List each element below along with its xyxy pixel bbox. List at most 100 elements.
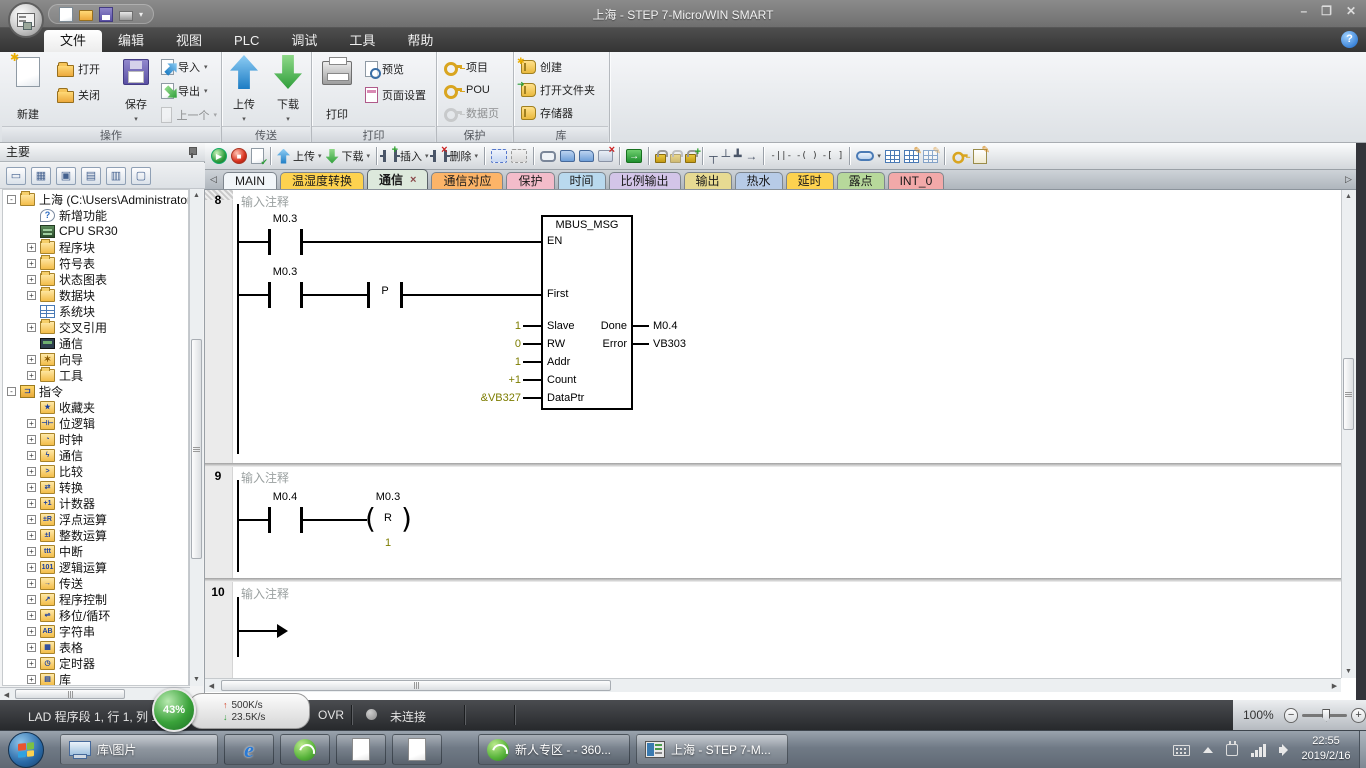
input-value[interactable]: 1 [447,320,521,332]
export-button[interactable]: 导出▾ [158,80,220,102]
menu-tab[interactable]: 文件 [44,30,102,52]
input-value[interactable]: 1 [447,356,521,368]
download-button[interactable]: 下载▾ [267,55,309,123]
pou-tab[interactable]: 温湿度转换 [280,172,364,189]
menu-tab[interactable]: PLC [218,30,275,52]
tree-item[interactable]: + ϟ 通信 [3,447,188,463]
expand-icon[interactable]: + [27,435,36,444]
tree-item[interactable]: 通信 [3,335,188,351]
output-operand[interactable]: VB303 [653,338,686,350]
pou-tab[interactable]: 露点 [837,172,885,189]
show-hidden-icons[interactable] [1203,747,1213,753]
contact-operand[interactable]: M0.4 [260,491,310,503]
menu-tab[interactable]: 工具 [333,30,391,52]
tree-item[interactable]: + ⇌ 移位/循环 [3,607,188,623]
tree-item[interactable]: 系统块 [3,303,188,319]
expand-icon[interactable]: + [27,259,36,268]
scroll-right-icon[interactable]: ▶ [1328,679,1341,692]
coil-count[interactable]: 1 [373,537,403,549]
expand-icon[interactable]: + [27,659,36,668]
tree-item[interactable]: + 交叉引用 [3,319,188,335]
expand-icon[interactable]: - [7,387,16,396]
insert-contact-button[interactable]: -||- [768,145,794,167]
tree-item[interactable]: + ↗ 程序控制 [3,591,188,607]
ladder-editor[interactable]: 8 输入注释 M0.3 M0.3 P MBUS_MSG EN First Sla… [205,190,1341,678]
lock-add-button[interactable]: + [683,145,698,167]
network-comment[interactable]: 输入注释 [241,469,289,486]
tree-item[interactable]: + 程序块 [3,239,188,255]
speed-widget-circle[interactable]: 43% [152,688,196,732]
contact-bar[interactable] [268,507,271,533]
clear-button[interactable] [596,145,615,167]
view-pages-icon[interactable]: ▣ [56,167,76,185]
upload-button[interactable]: 上传▾ [223,55,265,123]
contact-operand[interactable]: M0.3 [260,213,310,225]
address-table-button[interactable] [883,145,902,167]
tree-item[interactable]: + ◔ 时钟 [3,431,188,447]
expand-icon[interactable]: + [27,515,36,524]
contact-operand[interactable]: M0.3 [260,266,310,278]
scroll-up-icon[interactable]: ▲ [190,189,203,202]
pou-tab[interactable]: 输出 [684,172,732,189]
editor-vertical-scrollbar[interactable]: ▲ ▼ [1341,190,1356,678]
tree-item[interactable]: + ⇄ 转换 [3,479,188,495]
pou-tab[interactable]: 保护 [506,172,554,189]
close-button[interactable]: 关闭 [54,84,110,106]
expand-icon[interactable]: + [27,499,36,508]
expand-icon[interactable]: + [27,451,36,460]
zoom-slider[interactable] [1302,714,1347,717]
copy-button[interactable] [558,145,577,167]
preview-button[interactable]: 预览 [362,58,434,80]
expand-icon[interactable]: + [27,595,36,604]
paste-button[interactable] [577,145,596,167]
insert-box-button[interactable]: -[ ] [820,145,846,167]
scroll-left-icon[interactable]: ◀ [205,679,218,692]
zoom-slider-thumb[interactable] [1322,709,1330,722]
network-signal-icon[interactable] [1251,744,1266,757]
expand-icon[interactable]: + [27,355,36,364]
tree-item[interactable]: ★ 收藏夹 [3,399,188,415]
goto-button[interactable]: → [624,145,644,167]
scrollbar-thumb[interactable] [221,680,611,691]
expand-icon[interactable]: - [7,195,16,204]
new-button[interactable]: 新建 [4,55,52,123]
pou-tab[interactable]: MAIN [223,172,277,189]
taskbar-ie-button[interactable]: e [224,734,274,765]
open-button[interactable]: 打开 [54,58,110,80]
input-value[interactable]: +1 [447,374,521,386]
select-network-button[interactable] [489,145,509,167]
output-operand[interactable]: M0.4 [653,320,677,332]
save-button[interactable]: 保存▾ [112,55,160,123]
unlock-button[interactable] [668,145,683,167]
download-toolbar-button[interactable]: 下载▾ [324,145,373,167]
help-icon[interactable]: ? [1341,31,1358,48]
zoom-in-button[interactable]: + [1351,708,1366,723]
empty-box-button[interactable] [538,145,558,167]
tree-item[interactable]: + 工具 [3,367,188,383]
expand-icon[interactable]: + [27,275,36,284]
contact-bar[interactable] [268,282,271,308]
contact-bar[interactable] [300,507,303,533]
stop-button[interactable]: ■ [229,145,249,167]
lock-button[interactable] [653,145,668,167]
taskbar-360-window-button[interactable]: 新人专区 - - 360... [478,734,630,765]
delete-button[interactable]: ×删除▾ [431,145,481,167]
select-block-button[interactable] [509,145,529,167]
line-up-button[interactable]: ┴ [720,145,733,167]
pou-tab[interactable]: 通信× [367,169,428,189]
expand-icon[interactable]: + [27,563,36,572]
contact-bar[interactable] [268,229,271,255]
network-comment[interactable]: 输入注释 [241,585,289,602]
expand-icon[interactable]: + [27,291,36,300]
protect-project-button[interactable]: 项目 [441,56,511,78]
start-button[interactable] [8,732,44,768]
import-button[interactable]: 导入▾ [158,56,220,78]
expand-icon[interactable]: + [27,579,36,588]
scrollbar-thumb[interactable] [1343,358,1354,430]
edit-addresses-button[interactable]: ✎ [921,145,940,167]
pou-tab[interactable]: 比例输出 [609,172,681,189]
notes-button[interactable]: ✎ [971,145,989,167]
taskbar-clock[interactable]: 22:55 2019/2/16 [1296,734,1356,764]
library-open-folder-button[interactable]: ➜打开文件夹 [518,79,606,101]
contact-bar[interactable] [300,229,303,255]
